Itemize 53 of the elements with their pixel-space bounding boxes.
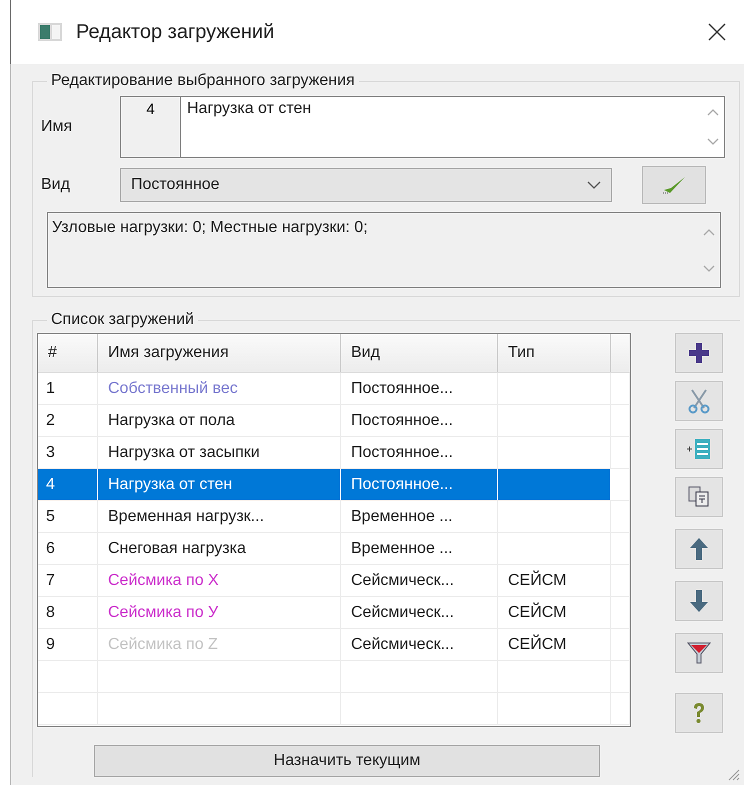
table-row[interactable]: 1 Собственный вес Постоянное... xyxy=(38,373,630,405)
delete-button[interactable] xyxy=(675,381,723,421)
name-field[interactable]: 4 Нагрузка от стен xyxy=(120,96,725,158)
group-legend: Редактирование выбранного загружения xyxy=(47,72,359,90)
name-value: Нагрузка от стен xyxy=(186,99,312,119)
info-text: Узловые нагрузки: 0; Местные нагрузки: 0; xyxy=(51,218,369,238)
column-header[interactable]: Имя загружения xyxy=(98,334,341,372)
copy-icon xyxy=(688,486,710,508)
copy-button[interactable] xyxy=(675,477,723,517)
scroll-down-icon[interactable] xyxy=(707,138,719,146)
table-row[interactable]: 6 Снеговая нагрузка Временное ... xyxy=(38,533,630,565)
insert-list-icon xyxy=(686,438,712,460)
plus-icon xyxy=(687,341,711,365)
scissors-icon xyxy=(688,388,710,414)
caret-icon xyxy=(587,181,601,189)
apply-button[interactable] xyxy=(642,166,706,204)
close-icon[interactable] xyxy=(708,23,726,41)
add-button[interactable] xyxy=(675,333,723,373)
assign-current-button[interactable]: Назначить текущим xyxy=(94,745,600,777)
scroll-up-icon[interactable] xyxy=(703,228,715,236)
number-cell: 4 xyxy=(121,97,181,157)
table-row[interactable]: 2 Нагрузка от пола Постоянное... xyxy=(38,405,630,437)
table-row[interactable]: 5 Временная нагрузк... Временное ... xyxy=(38,501,630,533)
insert-button[interactable] xyxy=(675,429,723,469)
filter-icon xyxy=(687,641,711,665)
column-header[interactable]: Тип xyxy=(498,334,611,372)
checkmark-icon xyxy=(661,175,687,195)
scroll-up-icon[interactable] xyxy=(707,108,719,116)
help-button[interactable] xyxy=(675,693,723,733)
arrow-up-icon xyxy=(689,537,709,561)
group-legend: Список загружений xyxy=(47,311,198,329)
table-row[interactable]: 8 Сейсмика по У Сейсмическ... СЕЙСМ xyxy=(38,597,630,629)
table-row[interactable]: 4 Нагрузка от стен Постоянное... xyxy=(38,469,630,501)
field-label: Имя xyxy=(41,118,74,136)
scroll-down-icon[interactable] xyxy=(703,264,715,272)
table-row[interactable]: 3 Нагрузка от засыпки Постоянное... xyxy=(38,437,630,469)
kind-dropdown[interactable]: Постоянное xyxy=(120,168,612,202)
table-cell: Постоянное... xyxy=(341,469,498,500)
question-mark-icon xyxy=(692,702,706,724)
table-row[interactable]: 9 Сейсмика по Z Сейсмическ... СЕЙСМ xyxy=(38,629,630,661)
field-label: Вид xyxy=(41,176,71,194)
column-header[interactable]: Вид xyxy=(341,334,498,372)
resize-grip-icon[interactable] xyxy=(726,767,740,781)
window-title: Редактор загружений xyxy=(76,20,276,44)
column-header[interactable]: # xyxy=(38,334,98,372)
table-row[interactable]: 7 Сейсмика по X Сейсмическ... СЕЙСМ xyxy=(38,565,630,597)
table-cell: Нагрузка от стен xyxy=(98,469,341,500)
window-icon xyxy=(38,23,62,41)
move-up-button[interactable] xyxy=(675,529,723,569)
arrow-down-icon xyxy=(689,589,709,613)
move-down-button[interactable] xyxy=(675,581,723,621)
table-cell: 4 xyxy=(38,469,98,500)
filter-button[interactable] xyxy=(675,633,723,673)
